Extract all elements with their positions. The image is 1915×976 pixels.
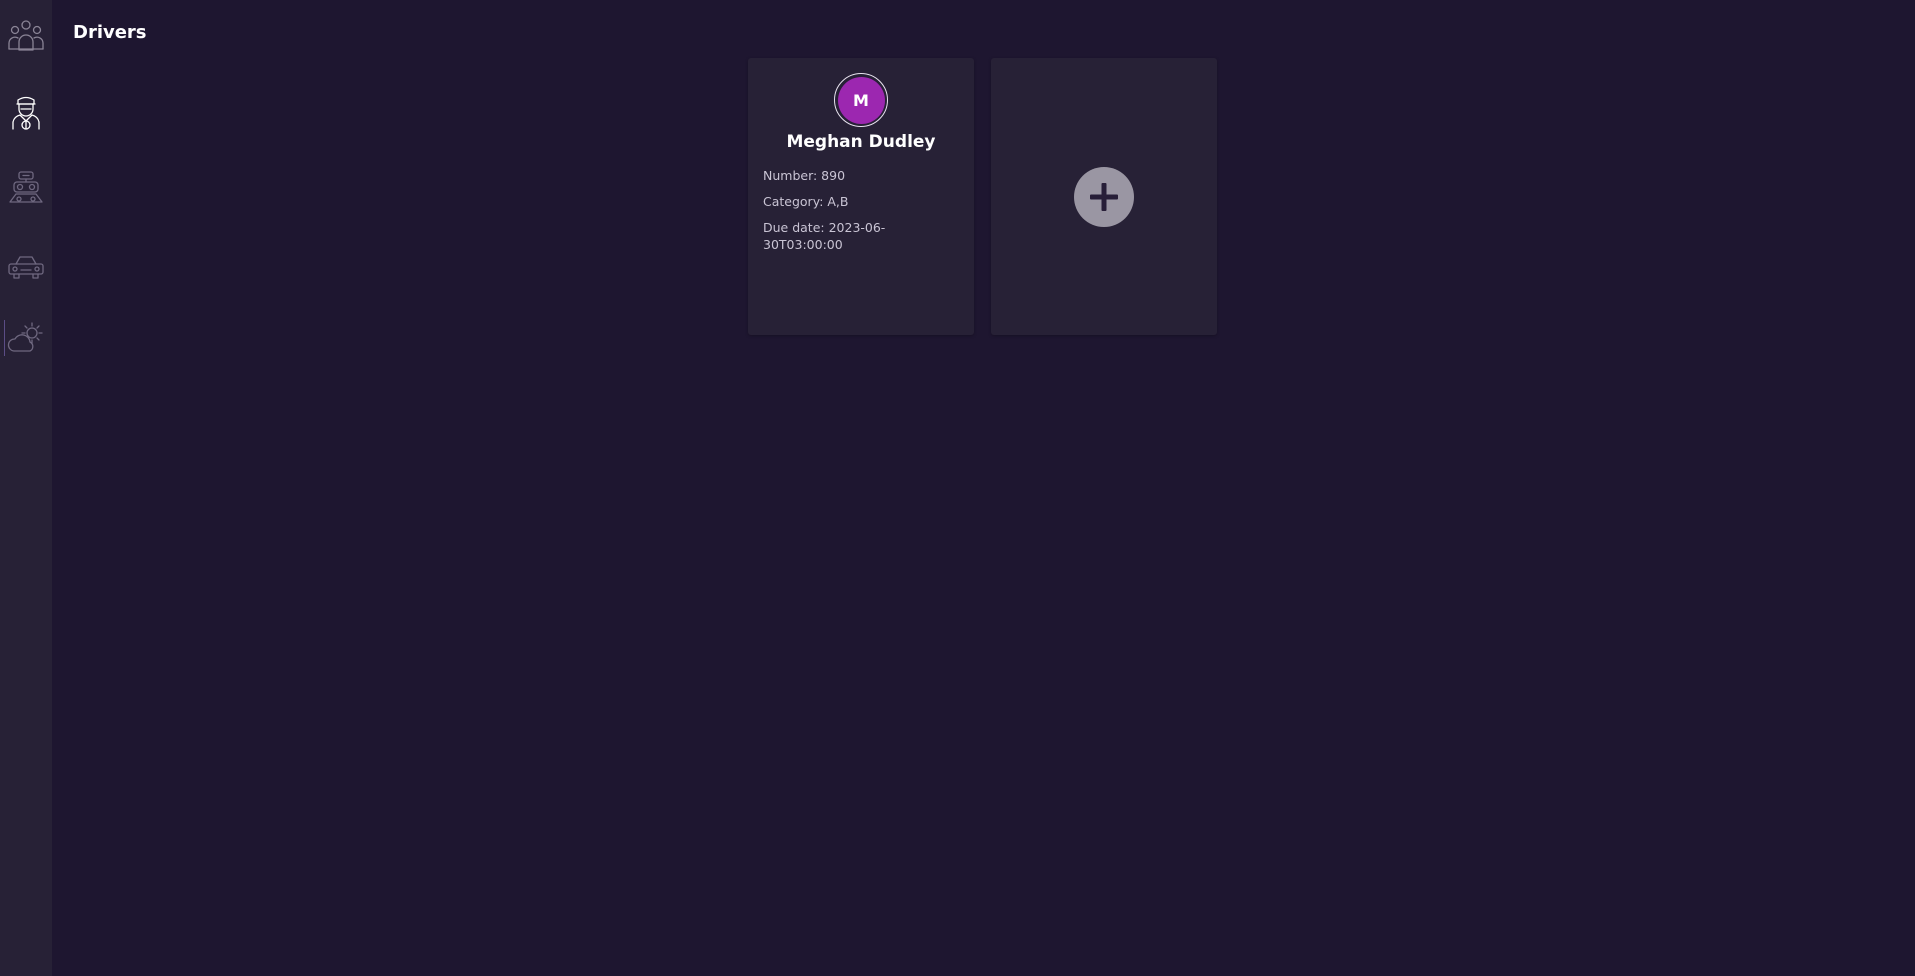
avatar: M — [837, 76, 885, 124]
driver-icon — [12, 96, 40, 130]
sidebar-item-users[interactable] — [0, 8, 52, 64]
robot-wheels-icon — [9, 171, 43, 203]
sidebar-item-weather[interactable] — [0, 310, 52, 366]
avatar-ring: M — [834, 73, 888, 127]
add-driver-card[interactable] — [991, 58, 1217, 335]
driver-number: Number: 890 — [763, 168, 846, 183]
sidebar-item-mechanics[interactable] — [0, 160, 52, 216]
driver-due-date: Due date: 2023-06-30T03:00:00 — [763, 220, 886, 252]
weather-cloud-sun-icon — [7, 322, 43, 352]
app: Drivers M Meghan Dudley Number: 890 Cate… — [0, 0, 1915, 976]
sidebar-item-vehicles[interactable] — [0, 240, 52, 296]
driver-category: Category: A,B — [763, 194, 849, 209]
page-title: Drivers — [73, 22, 147, 43]
sidebar-item-drivers[interactable] — [0, 84, 52, 140]
driver-card[interactable]: M Meghan Dudley Number: 890 Category: A,… — [748, 58, 974, 335]
add-driver-button[interactable] — [1074, 167, 1134, 227]
users-group-icon — [8, 20, 44, 51]
sidebar — [0, 0, 52, 976]
car-icon — [8, 256, 44, 279]
plus-icon — [1090, 183, 1118, 211]
driver-name: Meghan Dudley — [786, 132, 936, 152]
